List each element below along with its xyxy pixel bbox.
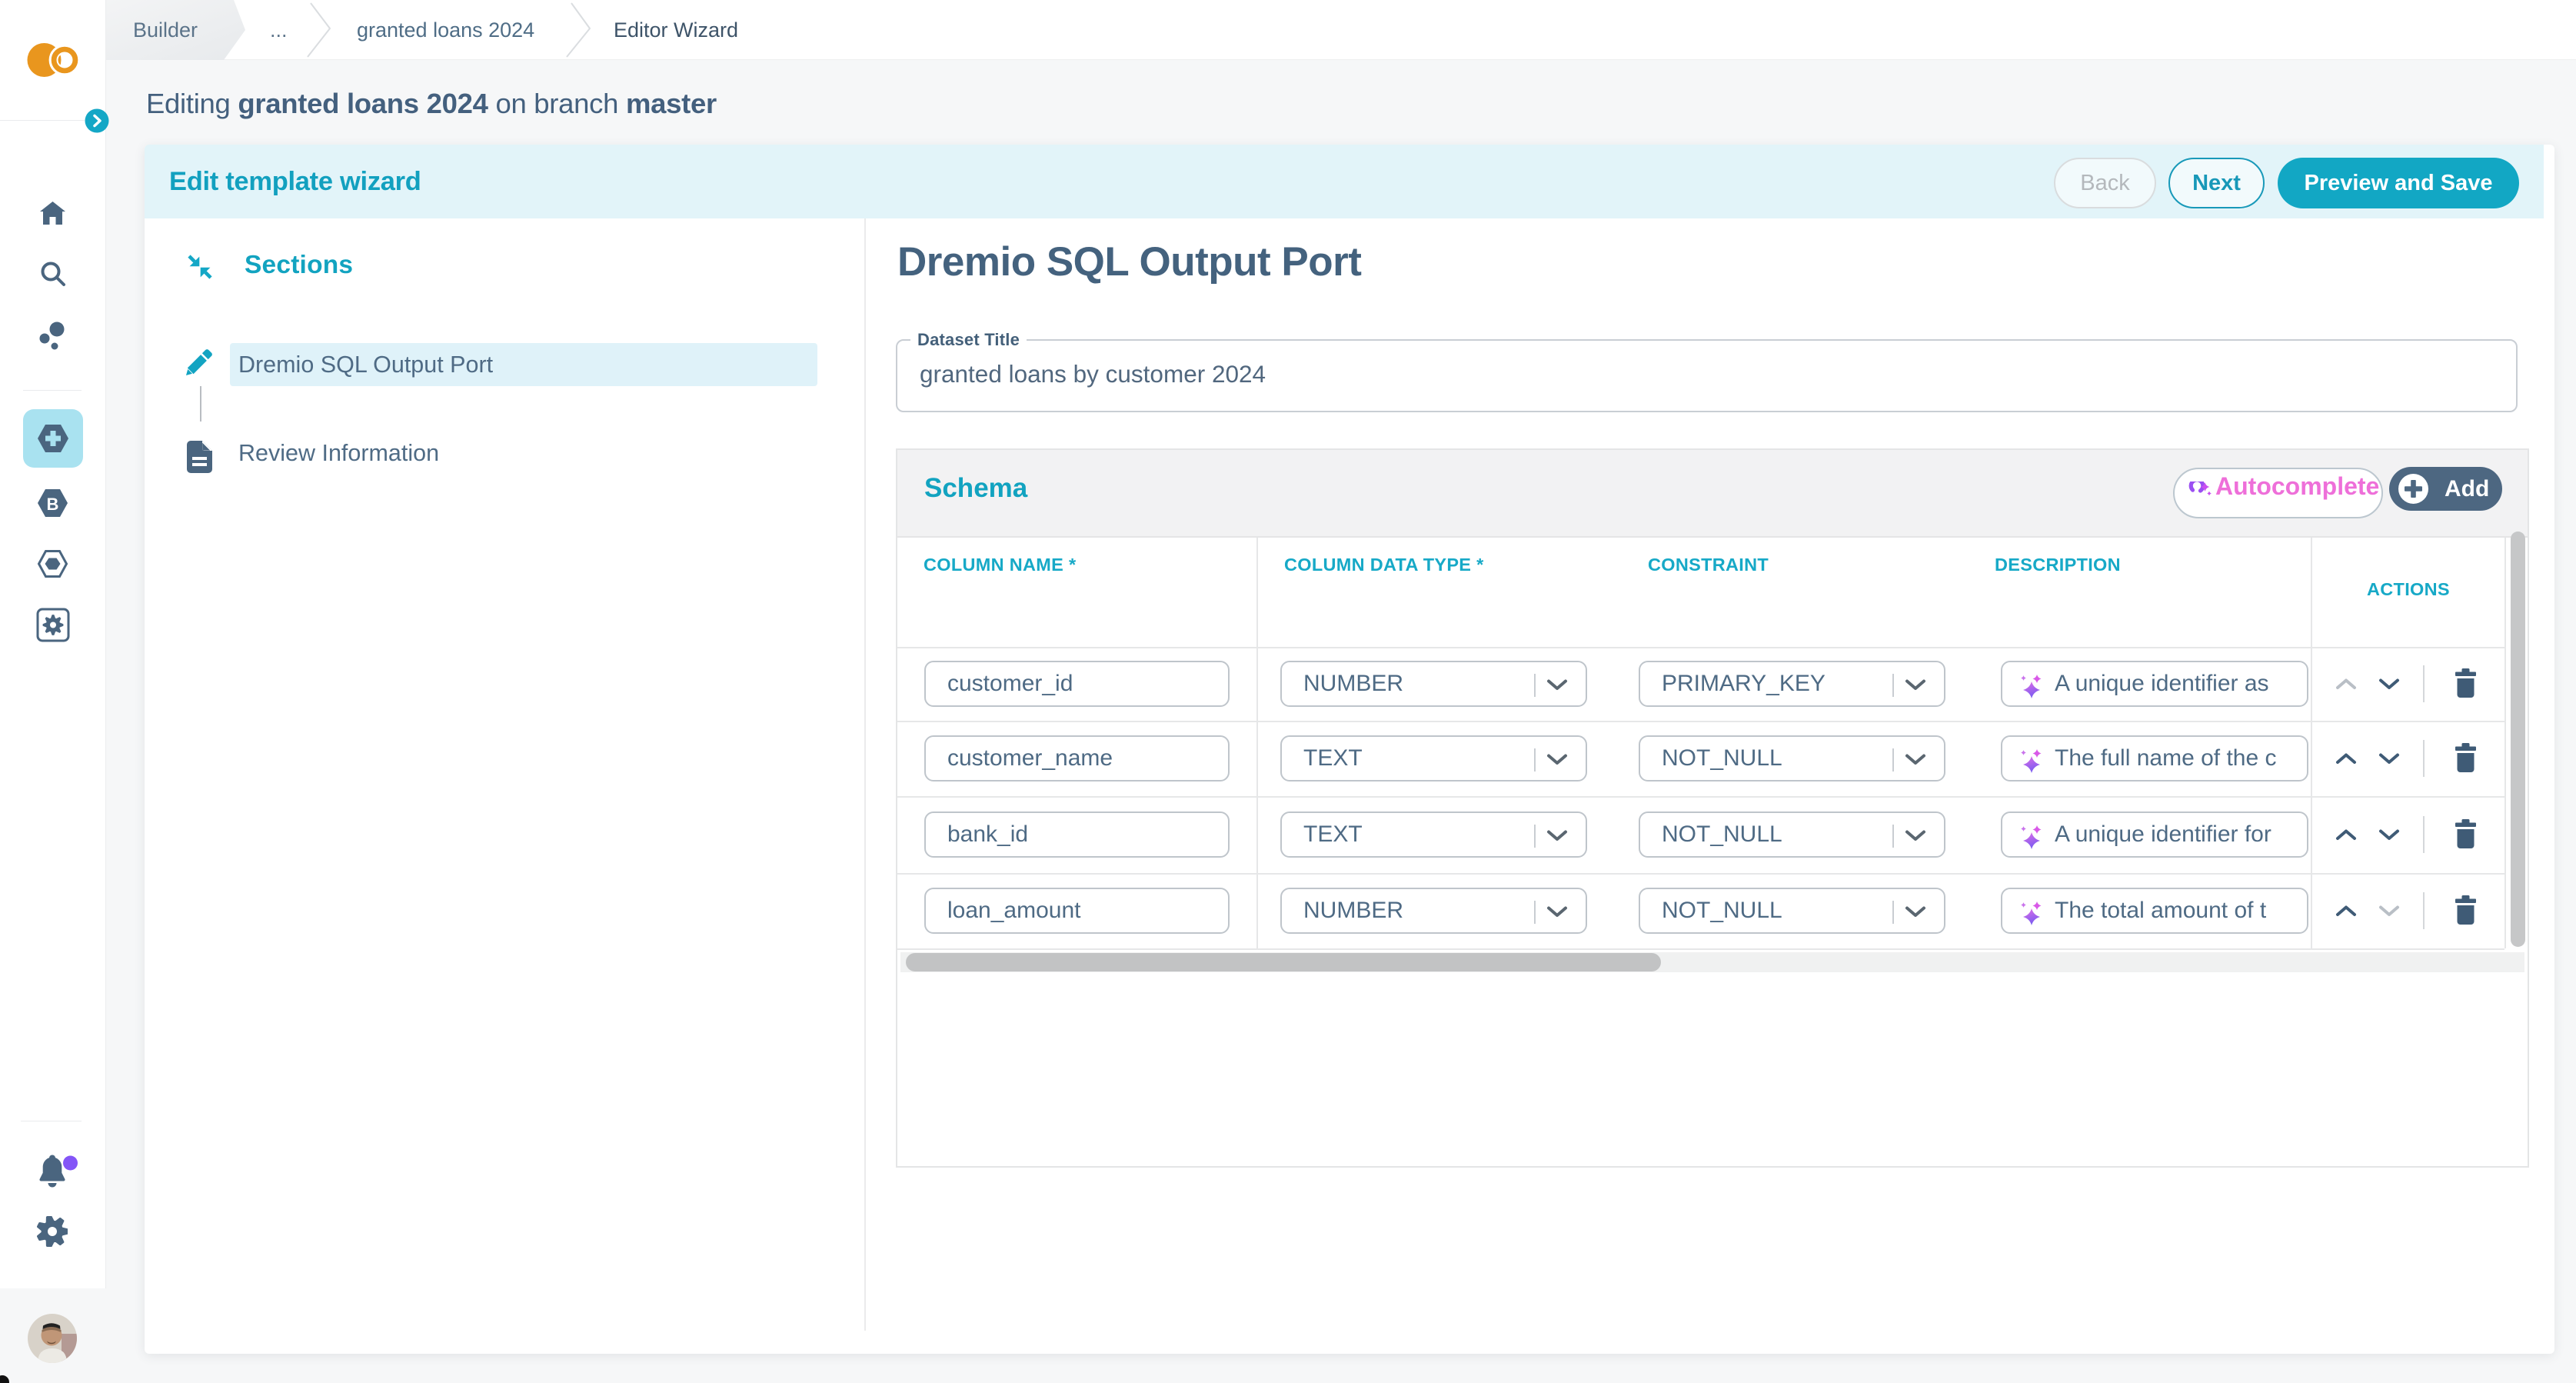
- svg-text:B: B: [47, 495, 59, 514]
